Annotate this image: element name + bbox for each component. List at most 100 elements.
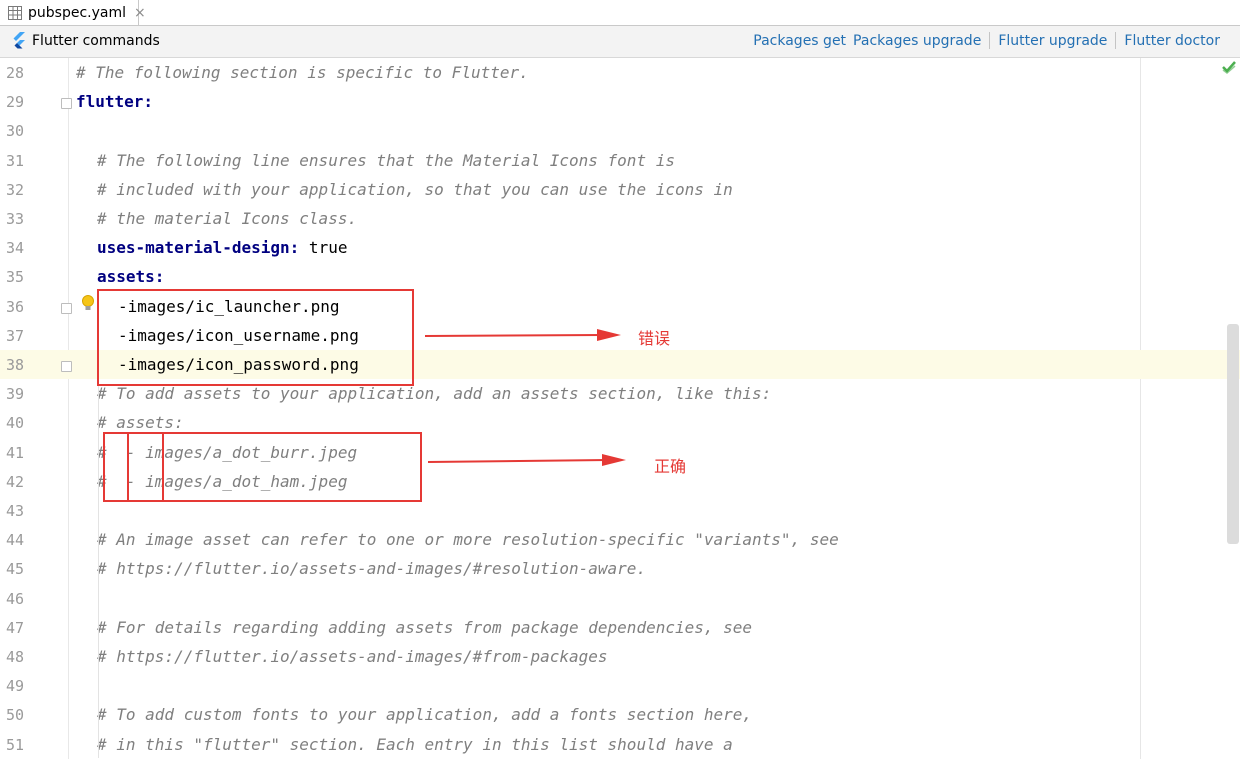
code-comment: # https://flutter.io/assets-and-images/#… xyxy=(97,647,608,666)
code-line[interactable]: 35 assets: xyxy=(0,262,1240,291)
flutter-doctor-link[interactable]: Flutter doctor xyxy=(1124,33,1220,49)
code-comment: # assets: xyxy=(97,413,184,433)
yaml-value: true xyxy=(299,238,348,258)
line-number: 32 xyxy=(6,180,25,199)
line-number: 43 xyxy=(6,502,25,520)
line-number: 33 xyxy=(6,210,25,228)
code-comment: # the material Icons class. xyxy=(97,209,358,228)
code-line[interactable]: 29 flutter: xyxy=(0,87,1240,116)
line-number: 51 xyxy=(6,735,25,754)
close-icon[interactable]: × xyxy=(134,5,146,21)
yaml-key: assets: xyxy=(97,267,165,287)
code-line[interactable]: 32 # included with your application, so t… xyxy=(0,175,1240,204)
line-number: 47 xyxy=(6,618,25,637)
code-text: # assets: xyxy=(97,413,184,432)
code-text: # An image asset can refer to one or mor… xyxy=(97,530,839,549)
annotation-label-right: 正确 xyxy=(654,457,687,476)
code-text: # To add assets to your application, add… xyxy=(97,384,771,403)
flutter-commands-title: Flutter commands xyxy=(12,32,160,49)
code-line[interactable]: 50 # To add custom fonts to your applicat… xyxy=(0,700,1240,729)
flutter-logo-icon xyxy=(13,32,25,49)
code-text: uses-material-design: true xyxy=(97,238,347,257)
code-comment: # The following line ensures that the Ma… xyxy=(97,150,675,170)
line-number: 36 xyxy=(6,297,25,316)
line-number: 34 xyxy=(6,239,25,258)
tab-label: pubspec.yaml xyxy=(28,4,126,21)
line-number: 42 xyxy=(6,472,25,491)
line-number: 46 xyxy=(6,589,25,608)
code-comment: # For details regarding adding assets fr… xyxy=(97,617,753,637)
code-text: # the material Icons class. xyxy=(97,209,357,228)
code-comment: # in this "flutter" section. Each entry … xyxy=(97,734,733,754)
arrow-icon xyxy=(428,454,626,466)
checkmark-icon xyxy=(1222,60,1236,79)
separator xyxy=(989,32,991,49)
line-number: 40 xyxy=(6,414,25,433)
fold-marker-icon[interactable] xyxy=(61,98,72,109)
separator xyxy=(1115,32,1117,49)
code-comment: # To add assets to your application, add… xyxy=(97,384,772,404)
code-editor[interactable]: 28 # The following section is specific to… xyxy=(0,58,1240,759)
line-number: 50 xyxy=(6,706,25,725)
packages-get-link[interactable]: Packages get xyxy=(753,33,846,49)
code-line[interactable]: 44 # An image asset can refer to one or m… xyxy=(0,525,1240,554)
flutter-upgrade-link[interactable]: Flutter upgrade xyxy=(998,33,1107,49)
code-comment: # https://flutter.io/assets-and-images/#… xyxy=(97,559,647,579)
indent-guide xyxy=(98,348,99,758)
line-number: 49 xyxy=(6,677,25,696)
editor-tab-bar: pubspec.yaml × xyxy=(0,0,1240,26)
arrow-icon xyxy=(425,329,621,341)
code-line[interactable]: 30 xyxy=(0,116,1240,145)
code-text: # For details regarding adding assets fr… xyxy=(97,618,752,637)
code-line[interactable]: 31 # The following line ensures that the … xyxy=(0,146,1240,175)
code-comment: # An image asset can refer to one or mor… xyxy=(97,530,839,550)
line-number: 39 xyxy=(6,385,25,404)
flutter-commands-bar: Flutter commands Packages get Packages u… xyxy=(0,26,1240,58)
flutter-actions: Packages get Packages upgrade Flutter up… xyxy=(753,32,1220,49)
code-line[interactable]: 34 uses-material-design: true xyxy=(0,233,1240,262)
code-line[interactable]: 49 xyxy=(0,671,1240,700)
code-line[interactable]: 46 xyxy=(0,584,1240,613)
lightbulb-icon[interactable] xyxy=(80,294,96,312)
code-text: assets: xyxy=(97,267,164,286)
code-comment: # included with your application, so tha… xyxy=(97,179,733,199)
line-number: 30 xyxy=(6,122,25,141)
line-number: 37 xyxy=(6,326,25,345)
line-number: 29 xyxy=(6,93,25,112)
code-text: # The following line ensures that the Ma… xyxy=(97,151,675,170)
flutter-commands-label: Flutter commands xyxy=(32,32,160,49)
code-text: # To add custom fonts to your applicatio… xyxy=(97,705,752,724)
line-number: 38 xyxy=(6,356,25,374)
vertical-scrollbar[interactable] xyxy=(1227,324,1239,544)
code-text: # https://flutter.io/assets-and-images/#… xyxy=(97,647,608,666)
code-text: # The following section is specific to F… xyxy=(76,63,529,82)
line-number: 45 xyxy=(6,560,25,579)
tab-pubspec[interactable]: pubspec.yaml × xyxy=(0,0,146,25)
code-line[interactable]: 47 # For details regarding adding assets … xyxy=(0,613,1240,642)
yaml-key: flutter: xyxy=(76,92,154,112)
line-number: 48 xyxy=(6,648,25,666)
code-text: flutter: xyxy=(76,92,153,111)
packages-upgrade-link[interactable]: Packages upgrade xyxy=(853,33,981,49)
line-number: 31 xyxy=(6,151,25,170)
code-line[interactable]: 48 # https://flutter.io/assets-and-images… xyxy=(0,642,1240,671)
code-text: # included with your application, so tha… xyxy=(97,180,733,199)
fold-marker-icon[interactable] xyxy=(61,303,72,314)
line-number: 35 xyxy=(6,268,25,287)
code-comment: # To add custom fonts to your applicatio… xyxy=(97,705,753,725)
code-line[interactable]: 51 # in this "flutter" section. Each entr… xyxy=(0,730,1240,759)
line-number: 28 xyxy=(6,64,25,82)
code-line[interactable]: 45 # https://flutter.io/assets-and-images… xyxy=(0,554,1240,583)
file-table-icon xyxy=(8,5,22,20)
code-comment: # The following section is specific to F… xyxy=(76,63,529,82)
line-number: 41 xyxy=(6,443,25,462)
line-number: 44 xyxy=(6,531,25,550)
code-line[interactable]: 33 # the material Icons class. xyxy=(0,204,1240,233)
annotation-box-wrong xyxy=(97,289,414,386)
code-line[interactable]: 28 # The following section is specific to… xyxy=(0,58,1240,87)
code-text: # https://flutter.io/assets-and-images/#… xyxy=(97,559,646,578)
yaml-key: uses-material-design: xyxy=(97,238,300,258)
fold-marker-icon[interactable] xyxy=(61,361,72,372)
annotation-label-wrong: 错误 xyxy=(638,329,671,348)
code-text: # in this "flutter" section. Each entry … xyxy=(97,735,733,754)
